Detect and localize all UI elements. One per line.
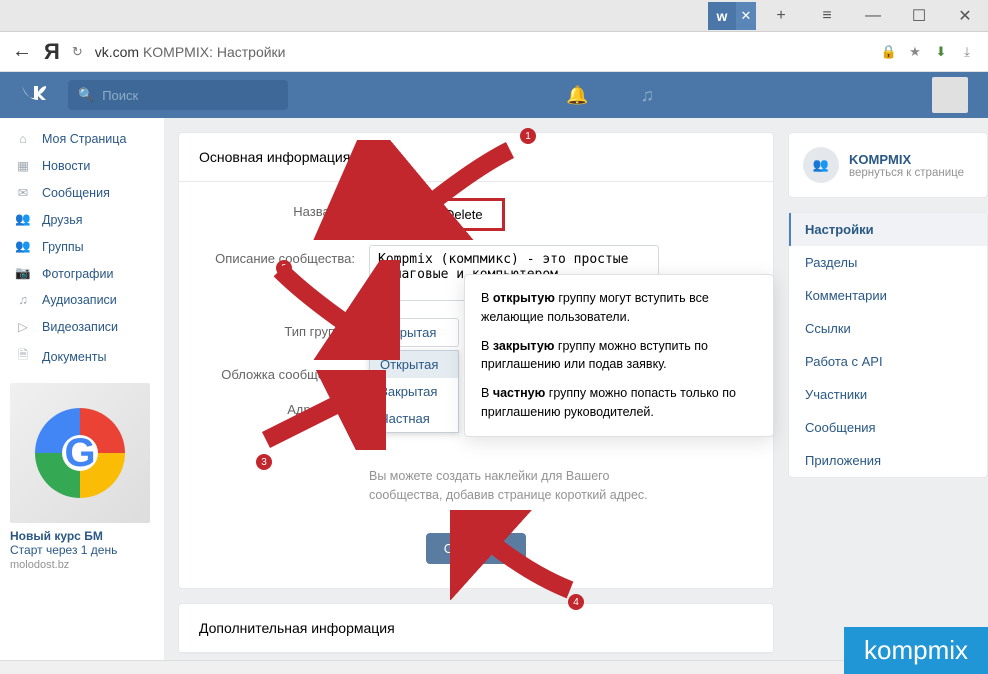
nav-groups[interactable]: 👥 Группы [0,233,164,260]
label-group-type: Тип группы: [199,318,369,339]
browser-tab-bar: w ✕ + ≡ — ☐ ✕ [0,0,988,32]
music-icon[interactable]: ♫ [640,85,654,106]
nav-label: Фотографии [42,267,113,281]
window-minimize-button[interactable]: — [850,0,896,32]
group-avatar-icon: 👥 [803,147,839,183]
annotation-badge-3: 3 [256,454,272,470]
lock-icon: 🔒 [880,43,898,61]
nav-label: Новости [42,159,90,173]
search-placeholder: Поиск [102,88,138,103]
nav-label: Документы [42,350,106,364]
news-icon: ▦ [14,158,32,173]
back-to-page-link[interactable]: вернуться к странице [849,167,964,179]
ad-title: Новый курс БМ [10,529,154,543]
name-input[interactable] [372,201,502,228]
panel-title: Основная информация [179,133,773,182]
settings-nav: Настройки Разделы Комментарии Ссылки Раб… [788,212,988,478]
header-avatar[interactable] [932,77,968,113]
settings-nav-apps[interactable]: Приложения [789,444,987,477]
horizontal-scrollbar[interactable] [0,660,988,674]
address-hint: Вы можете создать наклейки для Вашего со… [369,467,669,505]
settings-nav-settings[interactable]: Настройки [789,213,987,246]
star-icon[interactable]: ★ [906,43,924,61]
video-icon: ▷ [14,319,32,334]
vk-header: 🔍 Поиск 🔔 ♫ [0,72,988,118]
reload-button[interactable]: ↻ [72,44,83,60]
settings-nav-members[interactable]: Участники [789,378,987,411]
annotation-badge-4: 4 [568,594,584,610]
save-button[interactable]: Сохранить [426,533,527,564]
active-tab[interactable]: w [708,2,736,30]
additional-info-panel: Дополнительная информация [178,603,774,654]
notifications-icon[interactable]: 🔔 [566,85,588,106]
nav-friends[interactable]: 👥 Друзья [0,206,164,233]
ad-image: G [10,383,150,523]
nav-label: Сообщения [42,186,110,200]
nav-label: Видеозаписи [42,320,118,334]
extension-icon[interactable]: ⬇ [932,43,950,61]
nav-audio[interactable]: ♫ Аудиозаписи [0,287,164,313]
audio-icon: ♫ [14,293,32,307]
browser-menu-button[interactable]: ≡ [804,0,850,32]
yandex-logo[interactable]: Я [44,39,60,65]
settings-nav-messages[interactable]: Сообщения [789,411,987,444]
label-cover: Обложка сообщества: [199,361,369,382]
label-name: Название: [199,198,369,219]
annotation-badge-1: 1 [520,128,536,144]
nav-messages[interactable]: ✉ Сообщения [0,179,164,206]
window-maximize-button[interactable]: ☐ [896,0,942,32]
group-type-select[interactable]: Открытая [369,318,459,347]
watermark: kompmix [844,627,988,674]
group-type-dropdown: Открытая Закрытая Частная [369,350,459,433]
url-field[interactable]: vk.com KOMPMIX: Настройки [95,44,868,60]
document-icon: 🗎 [14,346,32,367]
left-sidebar: ⌂ Моя Страница ▦ Новости ✉ Сообщения 👥 Друзь… [0,118,164,674]
window-close-button[interactable]: ✕ [942,0,988,32]
nav-docs[interactable]: 🗎 Документы [0,340,164,373]
google-ball-icon: G [35,408,125,498]
friends-icon: 👥 [14,212,32,227]
nav-news[interactable]: ▦ Новости [0,152,164,179]
nav-label: Друзья [42,213,83,227]
label-address: Адрес стра [199,396,369,417]
highlight-name-box [369,198,505,231]
ad-subtitle: Старт через 1 день [10,543,154,557]
group-card[interactable]: 👥 KOMPMIX вернуться к странице [788,132,988,198]
tab-vk-icon: w [717,8,728,24]
settings-nav-links[interactable]: Ссылки [789,312,987,345]
search-box[interactable]: 🔍 Поиск [68,80,288,110]
nav-label: Группы [42,240,84,254]
panel-title-2: Дополнительная информация [179,604,773,653]
nav-label: Моя Страница [42,132,126,146]
group-name: KOMPMIX [849,152,964,167]
ad-source: molodost.bz [10,559,154,571]
settings-nav-api[interactable]: Работа с API [789,345,987,378]
search-icon: 🔍 [78,87,94,103]
download-icon[interactable]: ⤓ [958,43,976,61]
type-option-private[interactable]: Частная [370,405,458,432]
url-title: KOMPMIX: Настройки [143,44,286,60]
settings-nav-comments[interactable]: Комментарии [789,279,987,312]
address-bar: ← Я ↻ vk.com KOMPMIX: Настройки 🔒 ★ ⬇ ⤓ [0,32,988,72]
group-type-tooltip: В открытую группу могут вступить все жел… [464,274,774,437]
nav-my-page[interactable]: ⌂ Моя Страница [0,126,164,152]
vk-logo[interactable] [20,82,48,108]
annotation-badge-2: 2 [276,260,292,276]
message-icon: ✉ [14,185,32,200]
new-tab-button[interactable]: + [758,0,804,32]
nav-video[interactable]: ▷ Видеозаписи [0,313,164,340]
settings-nav-sections[interactable]: Разделы [789,246,987,279]
ad-block[interactable]: G Новый курс БМ Старт через 1 день molod… [10,383,154,571]
type-option-open[interactable]: Открытая [370,351,458,378]
url-domain: vk.com [95,44,139,60]
camera-icon: 📷 [14,266,32,281]
type-option-closed[interactable]: Закрытая [370,378,458,405]
back-button[interactable]: ← [12,40,32,63]
nav-photos[interactable]: 📷 Фотографии [0,260,164,287]
nav-label: Аудиозаписи [42,293,117,307]
home-icon: ⌂ [14,132,32,146]
groups-icon: 👥 [14,239,32,254]
tab-close-button[interactable]: ✕ [736,2,756,30]
